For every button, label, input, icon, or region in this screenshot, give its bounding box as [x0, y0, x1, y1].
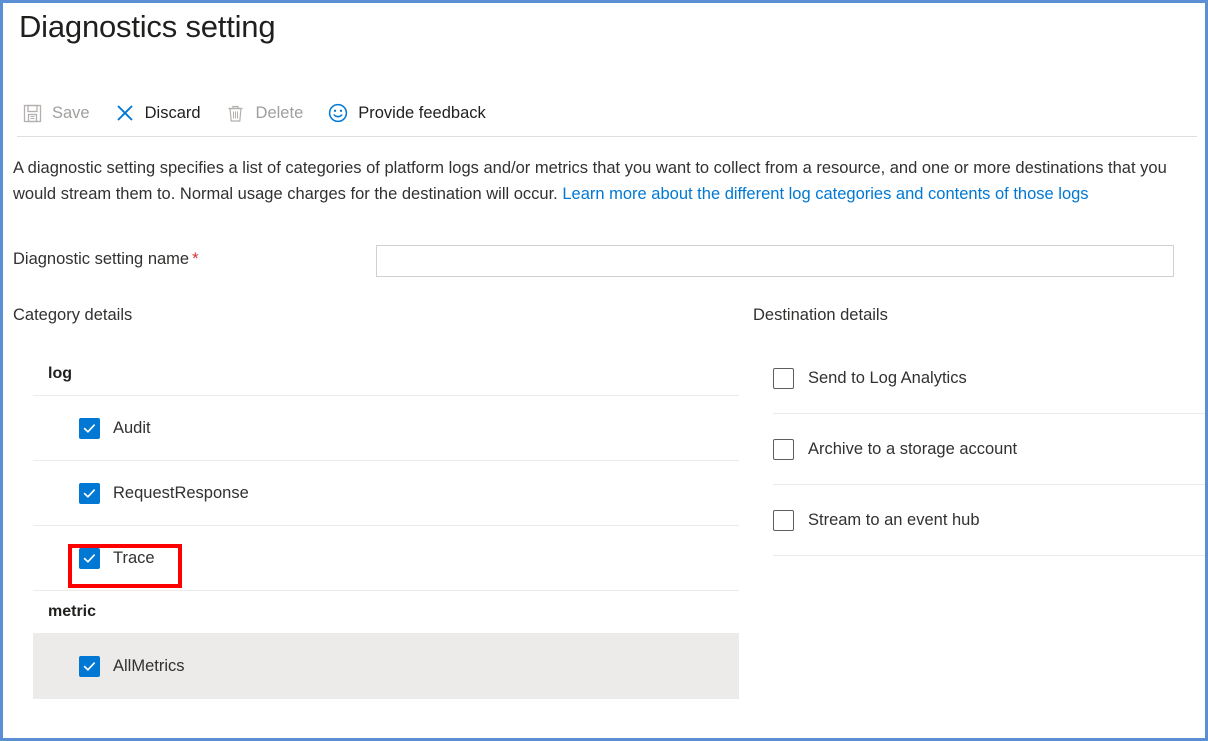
discard-button-label: Discard [145, 105, 201, 122]
name-label-text: Diagnostic setting name [13, 250, 189, 268]
category-row-allmetrics[interactable]: AllMetrics [33, 634, 739, 699]
destination-row-log-analytics[interactable]: Send to Log Analytics [773, 343, 1208, 414]
discard-button[interactable]: Discard [112, 97, 211, 129]
category-label-requestresponse: RequestResponse [113, 484, 249, 503]
category-details-table: log Audit RequestResponse Trace metri [33, 353, 739, 699]
description-text: A diagnostic setting specifies a list of… [13, 155, 1193, 207]
destination-label-log-analytics: Send to Log Analytics [808, 369, 967, 388]
diagnostics-setting-screen: Diagnostics setting Save [0, 0, 1208, 741]
learn-more-link[interactable]: Learn more about the different log categ… [562, 185, 1088, 203]
toolbar-divider [17, 136, 1197, 137]
checkbox-requestresponse[interactable] [79, 483, 100, 504]
command-toolbar: Save Discard [19, 96, 508, 130]
destination-row-event-hub[interactable]: Stream to an event hub [773, 485, 1208, 556]
provide-feedback-button[interactable]: Provide feedback [325, 97, 496, 129]
category-label-trace: Trace [113, 549, 155, 568]
category-group-header-log: log [33, 353, 739, 396]
save-icon [21, 102, 43, 124]
smiley-face-icon [327, 102, 349, 124]
save-button[interactable]: Save [19, 97, 100, 129]
delete-button-label: Delete [256, 105, 304, 122]
category-label-allmetrics: AllMetrics [113, 657, 185, 676]
required-asterisk: * [192, 250, 198, 268]
category-row-trace[interactable]: Trace [33, 526, 739, 591]
destination-label-storage-account: Archive to a storage account [808, 440, 1017, 459]
category-row-audit[interactable]: Audit [33, 396, 739, 461]
category-details-heading: Category details [13, 306, 132, 325]
destination-details-table: Send to Log Analytics Archive to a stora… [773, 343, 1208, 556]
checkbox-stream-to-event-hub[interactable] [773, 510, 794, 531]
blade-content: Diagnostics setting Save [3, 3, 1205, 738]
destination-label-event-hub: Stream to an event hub [808, 511, 980, 530]
checkbox-audit[interactable] [79, 418, 100, 439]
category-label-audit: Audit [113, 419, 151, 438]
page-title: Diagnostics setting [19, 9, 275, 45]
category-row-requestresponse[interactable]: RequestResponse [33, 461, 739, 526]
diagnostic-setting-name-label: Diagnostic setting name* [13, 250, 199, 269]
provide-feedback-button-label: Provide feedback [358, 105, 486, 122]
checkbox-send-to-log-analytics[interactable] [773, 368, 794, 389]
checkbox-trace[interactable] [79, 548, 100, 569]
destination-details-heading: Destination details [753, 306, 888, 325]
delete-button[interactable]: Delete [223, 97, 314, 129]
checkbox-allmetrics[interactable] [79, 656, 100, 677]
checkbox-archive-to-storage-account[interactable] [773, 439, 794, 460]
close-x-icon [114, 102, 136, 124]
trash-icon [225, 102, 247, 124]
diagnostic-setting-name-input[interactable] [376, 245, 1174, 277]
save-button-label: Save [52, 105, 90, 122]
category-group-header-metric: metric [33, 591, 739, 634]
destination-row-storage-account[interactable]: Archive to a storage account [773, 414, 1208, 485]
